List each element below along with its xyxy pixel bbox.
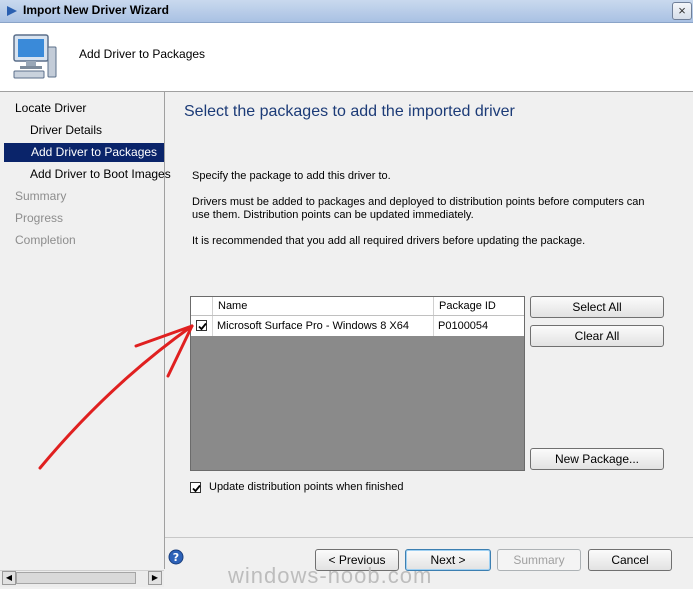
scrollbar-thumb[interactable]	[16, 572, 136, 584]
recommendation-text: It is recommended that you add all requi…	[192, 235, 586, 247]
clear-all-button[interactable]: Clear All	[530, 325, 664, 347]
checkbox-column-header	[191, 297, 213, 315]
window-title: Import New Driver Wizard	[23, 3, 169, 17]
package-list[interactable]: Name Package ID Microsoft Surface Pro - …	[190, 296, 525, 471]
summary-button: Summary	[497, 549, 581, 571]
nav-horizontal-scrollbar[interactable]: ◀ ▶	[0, 570, 164, 587]
page-title: Select the packages to add the imported …	[184, 103, 515, 120]
wizard-header: Add Driver to Packages	[0, 23, 693, 92]
select-all-button[interactable]: Select All	[530, 296, 664, 318]
footer-divider	[165, 537, 693, 538]
nav-step-driver-details[interactable]: Driver Details	[0, 121, 194, 140]
nav-step-locate-driver[interactable]: Locate Driver	[0, 99, 179, 118]
header-title: Add Driver to Packages	[79, 47, 206, 61]
cancel-button[interactable]: Cancel	[588, 549, 672, 571]
new-package-button[interactable]: New Package...	[530, 448, 664, 470]
row-checkbox[interactable]	[196, 320, 207, 331]
title-bar: Import New Driver Wizard ×	[0, 0, 693, 23]
nav-step-completion: Completion	[15, 233, 76, 247]
row-checkbox-cell	[191, 316, 213, 336]
nav-step-progress: Progress	[15, 211, 64, 225]
column-header-package-id[interactable]: Package ID	[434, 297, 524, 315]
nav-step-add-driver-to-boot-images[interactable]: Add Driver to Boot Images	[0, 165, 194, 184]
row-name: Microsoft Surface Pro - Windows 8 X64	[213, 316, 434, 336]
nav-step-summary: Summary	[15, 189, 67, 203]
update-distribution-points-label[interactable]: Update distribution points when finished	[209, 481, 403, 493]
checkmark-icon	[192, 484, 201, 493]
computer-icon	[13, 34, 57, 79]
update-distribution-points-checkbox[interactable]	[190, 482, 201, 493]
scroll-left-icon[interactable]: ◀	[2, 571, 16, 585]
row-package-id: P0100054	[438, 320, 489, 332]
column-header-name[interactable]: Name	[213, 297, 434, 315]
table-row[interactable]: Microsoft Surface Pro - Windows 8 X64 P0…	[191, 316, 524, 336]
distribution-info-text: Drivers must be added to packages and de…	[192, 196, 645, 221]
watermark: windows-noob.com	[228, 563, 433, 588]
scroll-right-icon[interactable]: ▶	[148, 571, 162, 585]
wizard-icon	[7, 6, 17, 16]
close-button[interactable]: ×	[672, 2, 692, 20]
wizard-step-nav: Locate Driver Driver Details Add Driver …	[0, 92, 171, 569]
help-glyph: ?	[173, 551, 179, 564]
instruction-text: Specify the package to add this driver t…	[192, 170, 391, 182]
package-list-header: Name Package ID	[191, 297, 524, 316]
nav-step-add-driver-to-packages[interactable]: Add Driver to Packages	[4, 143, 164, 162]
checkmark-icon	[198, 322, 207, 331]
close-icon: ×	[678, 3, 686, 18]
help-icon[interactable]: ?	[168, 549, 184, 565]
